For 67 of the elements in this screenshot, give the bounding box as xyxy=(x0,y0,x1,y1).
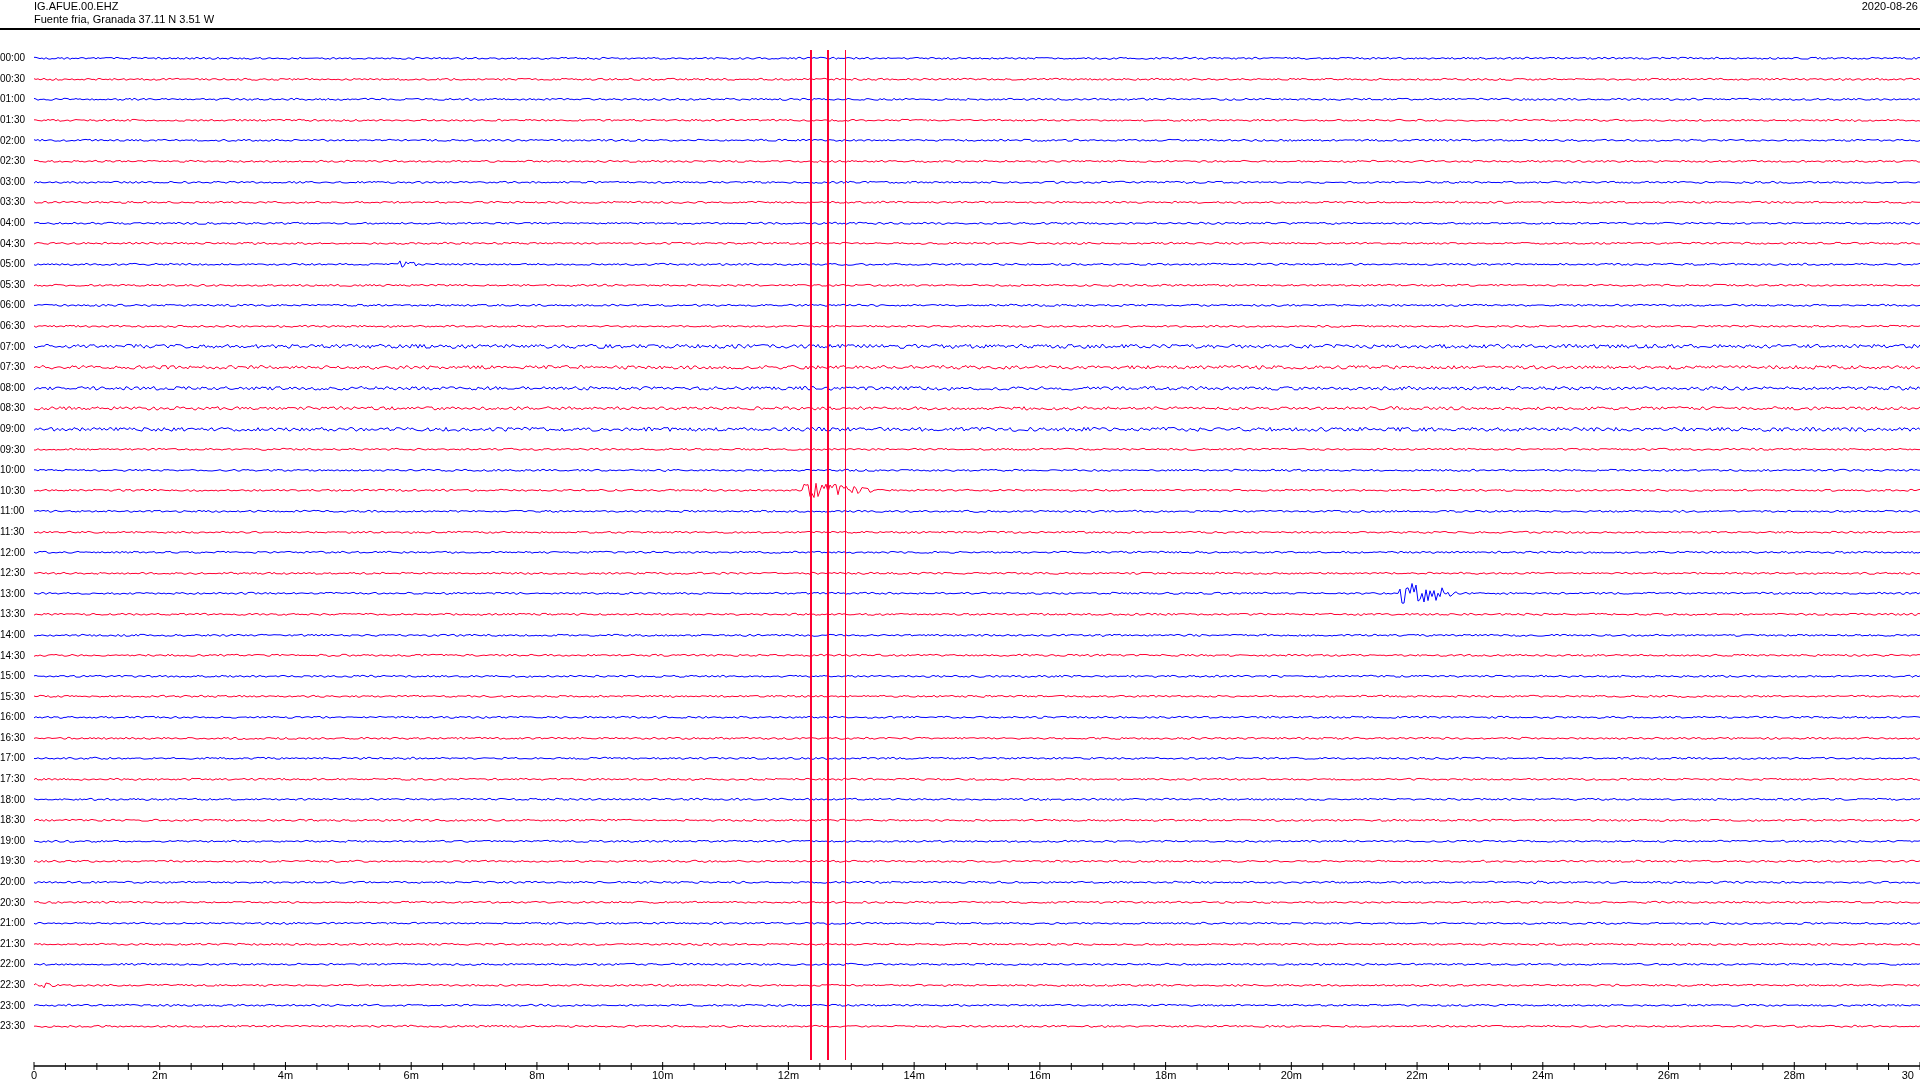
time-label: 18:30 xyxy=(0,815,27,826)
time-label: 08:00 xyxy=(0,382,27,393)
time-label: 21:30 xyxy=(0,938,27,949)
time-label: 02:30 xyxy=(0,156,27,167)
time-label: 20:30 xyxy=(0,897,27,908)
time-label: 11:30 xyxy=(0,526,26,537)
time-label: 17:00 xyxy=(0,753,27,764)
time-label: 05:30 xyxy=(0,279,27,290)
tick-label: 10m xyxy=(651,1069,674,1080)
time-label: 07:30 xyxy=(0,362,27,373)
time-label: 13:30 xyxy=(0,609,27,620)
time-label: 09:30 xyxy=(0,444,27,455)
time-label: 16:30 xyxy=(0,732,27,743)
time-label: 01:00 xyxy=(0,94,27,105)
time-label: 06:30 xyxy=(0,321,27,331)
tick-label: 20m xyxy=(1280,1069,1303,1080)
tick-label: 4m xyxy=(277,1069,294,1080)
time-label: 11:00 xyxy=(0,506,26,517)
time-label: 14:00 xyxy=(0,629,27,640)
time-label: 14:30 xyxy=(0,650,27,661)
time-label: 04:30 xyxy=(0,238,27,249)
time-label: 23:00 xyxy=(0,1000,27,1011)
time-label: 03:00 xyxy=(0,176,27,187)
tick-label: 12m xyxy=(777,1069,800,1080)
time-label: 22:00 xyxy=(0,959,27,970)
tick-label: 16m xyxy=(1029,1069,1051,1080)
plot-date: 2020-08-26 xyxy=(1861,0,1918,14)
time-label: 10:30 xyxy=(0,485,27,496)
station-code: IG.AFUE.00.EHZ xyxy=(34,0,120,13)
time-label: 10:00 xyxy=(0,465,27,476)
time-label: 12:30 xyxy=(0,568,27,579)
time-label: 16:00 xyxy=(0,712,27,723)
tick-label: 2m xyxy=(152,1069,168,1080)
time-label: 01:30 xyxy=(0,115,27,126)
time-label: 02:00 xyxy=(0,135,27,146)
time-label: 05:00 xyxy=(0,259,27,270)
time-label: 07:00 xyxy=(0,341,27,352)
tick-label: 30 xyxy=(1901,1069,1914,1080)
time-label: 12:00 xyxy=(0,547,27,558)
time-label: 20:00 xyxy=(0,877,27,888)
time-label: 21:00 xyxy=(0,918,27,929)
time-label: 18:00 xyxy=(0,794,27,805)
time-label: 13:00 xyxy=(0,588,27,599)
tick-label: 24m xyxy=(1532,1069,1554,1080)
station-location: Fuente fria, Granada 37.11 N 3.51 W xyxy=(34,13,215,26)
tick-label: 26m xyxy=(1657,1069,1680,1080)
tick-label: 6m xyxy=(403,1069,419,1080)
tick-label: 18m xyxy=(1154,1069,1177,1080)
time-label: 06:00 xyxy=(0,300,27,311)
time-label: 15:00 xyxy=(0,671,27,682)
time-label: 08:30 xyxy=(0,403,27,414)
tick-label: 14m xyxy=(903,1069,925,1080)
time-label: 23:30 xyxy=(0,1021,27,1032)
tick-label: 0 xyxy=(30,1069,38,1080)
time-label: 19:30 xyxy=(0,856,27,867)
tick-label: 8m xyxy=(529,1069,545,1080)
tick-label: 22m xyxy=(1406,1069,1428,1080)
time-label: 19:00 xyxy=(0,835,27,846)
time-label: 04:00 xyxy=(0,218,27,229)
time-label: 00:30 xyxy=(0,73,27,84)
tick-label: 28m xyxy=(1783,1069,1805,1080)
time-label: 17:30 xyxy=(0,774,27,785)
time-label: 22:30 xyxy=(0,980,27,990)
time-label: 03:30 xyxy=(0,197,27,208)
time-label: 00:00 xyxy=(0,53,27,64)
time-label: 15:30 xyxy=(0,691,27,702)
time-label: 09:00 xyxy=(0,424,27,434)
